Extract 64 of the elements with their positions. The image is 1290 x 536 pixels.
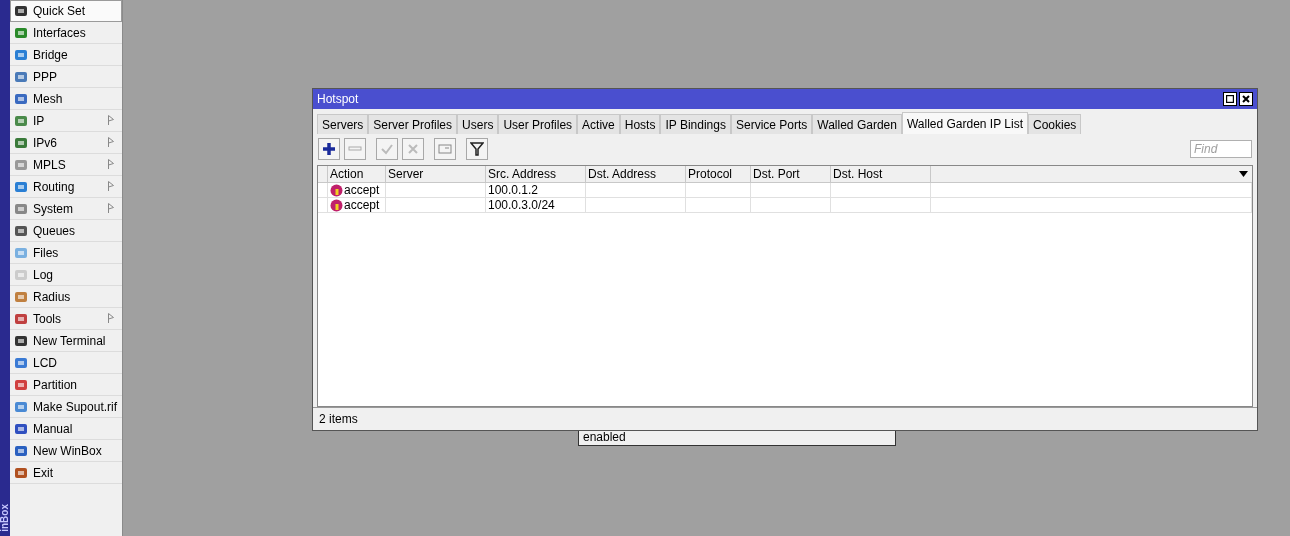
- tab[interactable]: Servers: [317, 114, 369, 134]
- tab[interactable]: Walled Garden: [812, 114, 902, 134]
- menu-item[interactable]: Exit: [10, 462, 122, 484]
- menu-item[interactable]: LCD: [10, 352, 122, 374]
- info-icon: [330, 183, 343, 197]
- tab[interactable]: Service Ports: [730, 114, 813, 134]
- menu-item[interactable]: Files: [10, 242, 122, 264]
- menu-item[interactable]: Make Supout.rif: [10, 396, 122, 418]
- menu-item[interactable]: Mesh: [10, 88, 122, 110]
- table-cell: 100.0.1.2: [486, 183, 586, 197]
- status-text: enabled: [583, 430, 626, 444]
- filter-icon: [470, 142, 484, 156]
- menu-item[interactable]: Bridge: [10, 44, 122, 66]
- tab[interactable]: Server Profiles: [368, 114, 458, 134]
- table-row[interactable]: accept 100.0.1.2: [318, 183, 1252, 198]
- cross-icon: [406, 142, 420, 156]
- menu-item[interactable]: Manual: [10, 418, 122, 440]
- menu-item[interactable]: Interfaces: [10, 22, 122, 44]
- column-header[interactable]: Action: [328, 166, 386, 182]
- tab[interactable]: Users: [457, 114, 499, 134]
- note-icon: [438, 142, 452, 156]
- menu-item[interactable]: Quick Set: [10, 0, 122, 22]
- menu-item[interactable]: Tools: [10, 308, 122, 330]
- column-header[interactable]: Protocol: [686, 166, 751, 182]
- table-cell: 100.0.3.0/24: [486, 198, 586, 212]
- menu-item[interactable]: PPP: [10, 66, 122, 88]
- column-header[interactable]: Server: [386, 166, 486, 182]
- maximize-button[interactable]: [1223, 92, 1237, 106]
- table-row[interactable]: accept 100.0.3.0/24: [318, 198, 1252, 213]
- column-header[interactable]: Dst. Port: [751, 166, 831, 182]
- tab[interactable]: User Profiles: [498, 114, 578, 134]
- tab[interactable]: Active: [577, 114, 620, 134]
- menu-item[interactable]: New Terminal: [10, 330, 122, 352]
- table-cell: accept: [328, 183, 386, 197]
- column-header[interactable]: Src. Address: [486, 166, 586, 182]
- search-field[interactable]: Find: [1190, 140, 1252, 158]
- tab[interactable]: Hosts: [619, 114, 661, 134]
- menu-item[interactable]: Partition: [10, 374, 122, 396]
- maximize-icon: [1226, 95, 1234, 103]
- info-icon: [330, 198, 343, 212]
- status-text: 2 items: [313, 407, 1257, 430]
- menu-item[interactable]: Log: [10, 264, 122, 286]
- menu-item[interactable]: IP: [10, 110, 122, 132]
- plus-icon: [322, 142, 336, 156]
- menu-item[interactable]: Radius: [10, 286, 122, 308]
- tab[interactable]: Cookies: [1027, 114, 1082, 134]
- menu-item[interactable]: Queues: [10, 220, 122, 242]
- column-header[interactable]: Dst. Host: [831, 166, 931, 182]
- window-title: Hotspot: [317, 92, 360, 106]
- tab[interactable]: IP Bindings: [660, 114, 731, 134]
- close-button[interactable]: [1239, 92, 1253, 106]
- dropdown-icon[interactable]: [1239, 171, 1248, 177]
- tab[interactable]: Walled Garden IP List: [901, 112, 1028, 134]
- table-cell: accept: [328, 198, 386, 212]
- menu-item[interactable]: MPLS: [10, 154, 122, 176]
- menu-item[interactable]: System: [10, 198, 122, 220]
- close-icon: [1242, 95, 1250, 103]
- column-header[interactable]: Dst. Address: [586, 166, 686, 182]
- filter-button[interactable]: [466, 138, 488, 160]
- menu-item[interactable]: IPv6: [10, 132, 122, 154]
- menu-item[interactable]: New WinBox: [10, 440, 122, 462]
- add-button[interactable]: [318, 138, 340, 160]
- menu-item[interactable]: Routing: [10, 176, 122, 198]
- check-icon: [380, 142, 394, 156]
